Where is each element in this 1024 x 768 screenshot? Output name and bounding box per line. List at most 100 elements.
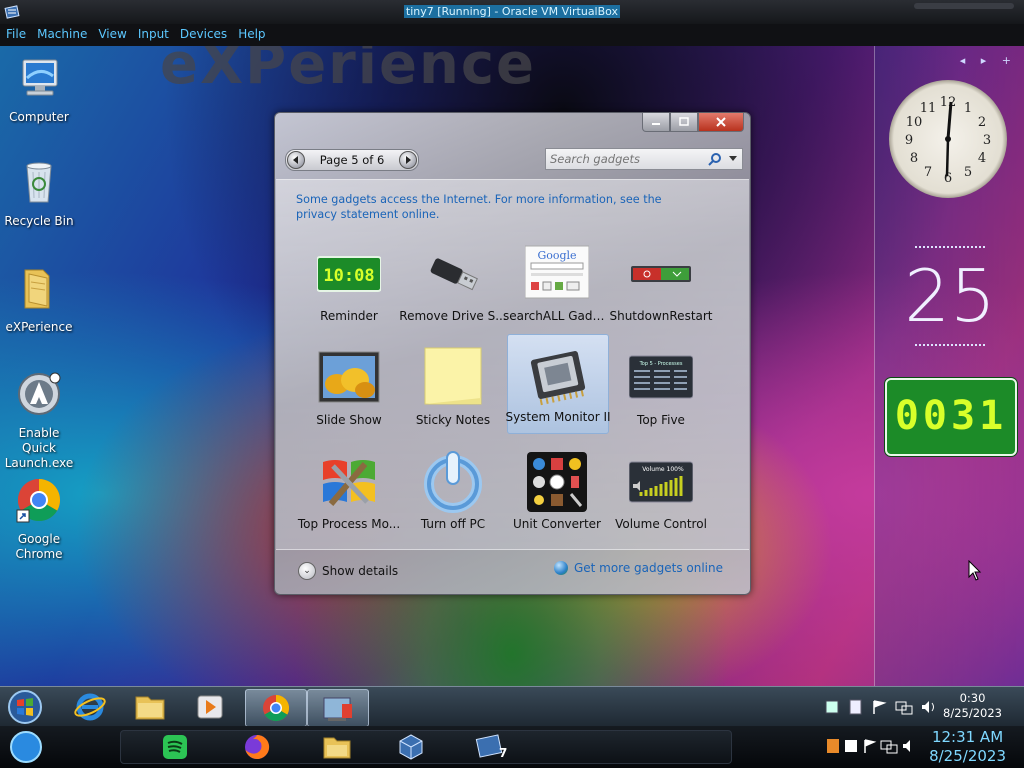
globe-icon: [553, 561, 568, 575]
digital-clock-gadget[interactable]: 0031: [885, 378, 1017, 456]
reminder-thumb-text: 10:08: [323, 266, 374, 286]
svg-text:11: 11: [920, 101, 937, 116]
desktop[interactable]: eXPerience Computer Recycle Bin eXPerien…: [0, 46, 1024, 686]
google-thumb-text: Google: [537, 249, 576, 262]
minimize-button[interactable]: [642, 113, 670, 132]
host-tray-icons[interactable]: [825, 738, 915, 754]
chrome-icon: [16, 479, 61, 523]
shutdown-restart-thumbnail: [631, 266, 691, 282]
analog-clock-gadget[interactable]: 12 123 4567 891011: [889, 80, 1007, 198]
taskbar-explorer[interactable]: [120, 689, 180, 725]
host-dock: 7: [120, 730, 732, 764]
search-gadgets-input[interactable]: [550, 151, 700, 166]
windows-tools-icon: [323, 460, 375, 506]
desktop-icon-experience-folder[interactable]: eXPerience: [0, 264, 78, 335]
chevron-down-icon: ⌄: [298, 562, 316, 580]
gadget-label: ShutdownRestart: [609, 309, 713, 323]
gadget-reminder[interactable]: 10:08 Reminder: [299, 234, 399, 332]
sidebar-navigation[interactable]: ◂ ▸ +: [960, 54, 1017, 67]
taskbar-clock-time[interactable]: 0:30: [943, 691, 1002, 706]
show-details-toggle[interactable]: ⌄ Show details: [298, 562, 398, 580]
top-five-thumbnail: Top 5 - Processes: [629, 355, 693, 399]
gadget-label: Sticky Notes: [415, 413, 491, 427]
gadget-slide-show[interactable]: Slide Show: [299, 338, 399, 436]
start-orb-icon[interactable]: [6, 689, 44, 725]
taskbar-internet-explorer[interactable]: [60, 689, 120, 725]
gadget-window-footer: ⌄ Show details Get more gadgets online: [276, 549, 749, 594]
notification-area: 0:30 8/25/2023: [814, 687, 1024, 727]
wallpaper-wordmark: eXPerience: [160, 46, 537, 97]
privacy-notice-link[interactable]: Some gadgets access the Internet. For mo…: [296, 192, 706, 222]
maximize-button[interactable]: [670, 113, 698, 132]
firefox-icon[interactable]: [243, 733, 271, 761]
svg-text:2: 2: [978, 115, 986, 130]
power-icon: [424, 451, 482, 513]
internet-explorer-icon: [74, 693, 106, 721]
svg-text:8: 8: [910, 151, 918, 166]
next-page-button[interactable]: [399, 151, 417, 169]
svg-text:1: 1: [964, 101, 972, 116]
desktop-icon-enable-quick-launch[interactable]: Enable Quick Launch.exe: [0, 370, 78, 471]
tray-icons[interactable]: [824, 699, 944, 715]
desktop-icon-recycle-bin[interactable]: Recycle Bin: [0, 158, 78, 229]
svg-text:3: 3: [983, 133, 991, 148]
gadget-volume-control[interactable]: Volume 100% Volume Control: [611, 442, 711, 540]
taskbar-gadget-gallery[interactable]: [307, 689, 369, 727]
gadget-turn-off-pc[interactable]: Turn off PC: [403, 442, 503, 540]
host-clock-date[interactable]: 8/25/2023: [929, 747, 1006, 766]
gadget-list-area: Some gadgets access the Internet. For mo…: [276, 179, 749, 550]
taskbar-clock-date[interactable]: 8/25/2023: [943, 706, 1002, 721]
virtualbox-icon[interactable]: [397, 733, 425, 761]
gadget-label: Slide Show: [316, 413, 382, 427]
host-taskbar: 7 12:31 AM 8/25/2023: [0, 726, 1024, 768]
vm-tiny7-icon[interactable]: 7: [475, 733, 507, 761]
date-dots-top: [915, 246, 985, 252]
gadget-unit-converter[interactable]: Unit Converter: [507, 442, 607, 540]
gadget-remove-drive[interactable]: Remove Drive S...: [399, 234, 507, 332]
cpu-chip-icon: [530, 351, 586, 406]
get-more-gadgets-link[interactable]: Get more gadgets online: [553, 561, 723, 575]
desktop-icon-label: Enable Quick Launch.exe: [4, 426, 74, 470]
taskbar-google-chrome[interactable]: [245, 689, 307, 727]
host-clock-time[interactable]: 12:31 AM: [929, 728, 1006, 747]
reminder-thumbnail: 10:08: [317, 256, 381, 292]
gadgets-icon: [323, 697, 352, 721]
spotify-icon[interactable]: [161, 733, 189, 761]
menu-machine[interactable]: Machine: [31, 24, 92, 46]
file-explorer-icon[interactable]: [321, 733, 353, 761]
dropdown-arrow-icon[interactable]: [728, 155, 738, 163]
desktop-icon-label: Recycle Bin: [4, 214, 74, 228]
search-icon[interactable]: [708, 152, 722, 166]
gadget-sidebar: ◂ ▸ + 12 1 2 3 4567 8 9 10 11 25 0031: [874, 46, 1024, 686]
gadget-sticky-notes[interactable]: Sticky Notes: [403, 338, 503, 436]
close-button[interactable]: [698, 113, 744, 132]
gadget-gallery-window: Page 5 of 6 Some gadgets access the Inte…: [274, 112, 751, 595]
gadget-shutdown-restart[interactable]: ShutdownRestart: [609, 234, 713, 332]
searchall-thumbnail: Google: [525, 245, 589, 299]
menu-file[interactable]: File: [0, 24, 31, 46]
menu-input[interactable]: Input: [132, 24, 174, 46]
computer-icon: [22, 59, 58, 96]
taskbar-media-player[interactable]: [180, 689, 240, 725]
gadget-searchall[interactable]: Google searchALL Gadg...: [503, 234, 611, 332]
date-dots-bottom: [915, 344, 985, 350]
menu-view[interactable]: View: [92, 24, 131, 46]
quick-launch-icon: [18, 372, 61, 415]
gadget-label: System Monitor II: [505, 410, 611, 424]
desktop-icon-label: eXPerience: [5, 320, 73, 334]
gadget-label: searchALL Gadg...: [503, 309, 611, 323]
menu-devices[interactable]: Devices: [174, 24, 232, 46]
menu-help[interactable]: Help: [232, 24, 270, 46]
gadget-top-process-monitor[interactable]: Top Process Mo...: [298, 442, 400, 540]
calendar-date-gadget[interactable]: 25: [875, 258, 1024, 334]
gadget-top-five[interactable]: Top 5 - Processes Top Five: [611, 338, 711, 436]
maximize-icon: [679, 117, 689, 126]
get-more-gadgets-label: Get more gadgets online: [573, 561, 723, 575]
host-start-orb-icon[interactable]: [6, 728, 46, 766]
desktop-icon-computer[interactable]: Computer: [0, 54, 78, 125]
media-player-icon: [197, 695, 223, 719]
gadget-label: Top Five: [637, 413, 685, 427]
gadget-system-monitor-ii[interactable]: System Monitor II: [505, 334, 611, 434]
desktop-icon-google-chrome[interactable]: Google Chrome: [0, 476, 78, 562]
right-arrow-icon: [406, 156, 411, 164]
